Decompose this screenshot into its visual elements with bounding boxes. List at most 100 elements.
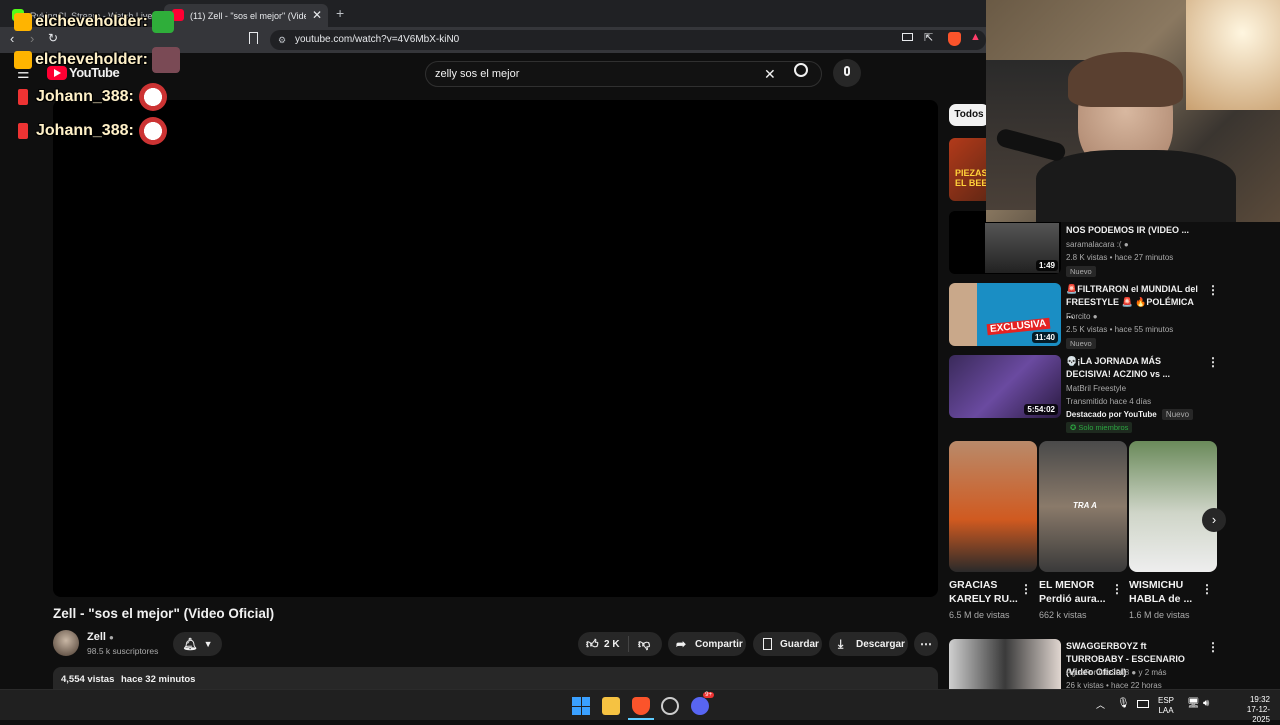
short-thumbnail[interactable] — [949, 441, 1037, 572]
upload-time: hace 32 minutos — [121, 674, 196, 685]
members-label: Solo miembros — [1078, 423, 1129, 432]
share-button[interactable]: ➦ Compartir — [668, 632, 746, 656]
short-title[interactable]: GRACIAS KARELY RU... — [949, 578, 1024, 606]
channel-name-row[interactable]: Zell ● — [87, 631, 114, 643]
more-options-icon[interactable]: ⋮ — [1020, 582, 1032, 596]
more-options-icon[interactable]: ⋮ — [1111, 582, 1123, 596]
obs-icon[interactable] — [661, 697, 679, 715]
brave-rewards-icon[interactable]: ▲ — [970, 31, 981, 43]
shorts-next-icon[interactable]: › — [1202, 508, 1226, 532]
clock[interactable]: 19:32 17-12-2025 — [1230, 695, 1270, 725]
microphone-icon — [844, 66, 850, 76]
webcam-overlay — [986, 0, 1280, 222]
bell-icon: 🔔︎ — [182, 637, 198, 651]
short-thumbnail[interactable]: TRA A — [1039, 441, 1127, 572]
members-only-badge: ✪ Solo miembros — [1066, 422, 1133, 433]
cast-icon[interactable] — [902, 33, 913, 41]
rec-channel[interactable]: MatBril Freestyle — [1066, 384, 1126, 393]
featured-row: Destacado por YouTube Nuevo — [1066, 409, 1194, 420]
kick-badge-icon — [14, 51, 32, 69]
windows-start-icon[interactable] — [572, 697, 590, 715]
rec-thumbnail[interactable]: 5:54:02 — [949, 355, 1061, 418]
rec-title[interactable]: NOS PODEMOS IR (VIDEO ... — [1066, 224, 1202, 237]
chat-message: Johann_388: — [14, 83, 167, 111]
emote-icon — [138, 83, 167, 111]
subscriber-count: 98.5 k suscriptores — [87, 646, 159, 656]
language-code: ESP — [1158, 696, 1175, 705]
kick-badge-icon — [14, 13, 32, 31]
cup-badge-icon — [18, 89, 28, 105]
new-badge: Nuevo — [1066, 266, 1096, 277]
rec-channel-row[interactable]: AgusFortnite2008 ● y 2 más — [1066, 668, 1166, 677]
channel-avatar[interactable] — [53, 630, 79, 656]
video-player[interactable] — [53, 100, 938, 597]
verified-icon: ● — [1131, 668, 1137, 677]
site-info-icon[interactable]: ⚙ — [278, 30, 286, 50]
rec-title[interactable]: 💀¡LA JORNADA MÁS DECISIVA! ACZINO vs ... — [1066, 355, 1202, 381]
filter-chip-todos[interactable]: Todos — [949, 104, 989, 126]
share-icon: ➦ — [676, 637, 687, 651]
channel-name: Zell — [87, 631, 106, 643]
save-button[interactable]: Guardar — [753, 632, 822, 656]
short-title[interactable]: EL MENOR Perdió aura... — [1039, 578, 1114, 606]
more-actions-icon[interactable]: ⋯ — [914, 632, 938, 656]
download-icon: ⤓ — [838, 636, 844, 651]
brave-shield-icon[interactable] — [948, 32, 961, 46]
rec-meta: 2.5 K vistas • hace 55 minutos — [1066, 325, 1174, 334]
short-title[interactable]: WISMICHU HABLA de ... — [1129, 578, 1204, 606]
volume-icon[interactable]: 🔊︎ — [1203, 699, 1209, 709]
like-icon[interactable]: 👍︎ — [586, 637, 599, 652]
chat-message: Johann_388: — [14, 117, 167, 145]
rec-channel-row[interactable]: Forcito ● — [1066, 312, 1098, 321]
rec-thumbnail[interactable] — [949, 639, 1061, 689]
video-title: Zell - "sos el mejor" (Video Oficial) — [53, 606, 275, 621]
search-icon[interactable] — [794, 63, 808, 77]
discord-icon[interactable]: 9+ — [691, 692, 714, 715]
chat-message: elcheveholder: — [14, 47, 180, 73]
network-icon[interactable]: 🖥︎ — [1187, 699, 1200, 709]
download-button[interactable]: ⤓ Descargar — [829, 632, 908, 656]
duration-badge: 5:54:02 — [1024, 404, 1058, 415]
verified-icon: ● — [109, 633, 114, 642]
chat-username: Johann_388: — [36, 88, 134, 105]
search-input[interactable]: zelly sos el mejor ✕ — [425, 61, 822, 87]
bookmark-icon[interactable] — [249, 32, 258, 44]
short-views: 1.6 M de vistas — [1129, 610, 1190, 620]
thumb-text: TRA A — [1073, 501, 1097, 510]
rec-thumbnail[interactable]: EXCLUSIVA 11:40 — [949, 283, 1061, 346]
notifications-button[interactable]: 🔔︎ ▼ — [173, 632, 222, 656]
view-count: 4,554 vistas — [61, 674, 115, 685]
reload-icon[interactable]: ↻ — [48, 31, 58, 45]
forward-icon[interactable]: › — [30, 31, 34, 46]
tab-youtube-video[interactable]: (11) Zell - "sos el mejor" (Video Oficia… — [164, 4, 328, 27]
voice-search-button[interactable] — [833, 59, 861, 87]
description-box[interactable]: 4,554 vistas hace 32 minutos — [53, 667, 938, 689]
clear-search-icon[interactable]: ✕ — [764, 62, 776, 86]
new-badge: Nuevo — [1161, 409, 1194, 420]
more-options-icon[interactable]: ⋮ — [1201, 582, 1213, 596]
tray-expand-icon[interactable]: ︿ — [1096, 700, 1105, 710]
share-page-icon[interactable]: ⇱ — [924, 31, 933, 44]
dislike-icon[interactable]: 👎︎ — [638, 637, 650, 652]
emote-icon — [151, 11, 174, 33]
verified-icon: ● — [1123, 240, 1129, 249]
rec-meta: 2.8 K vistas • hace 27 minutos — [1066, 253, 1174, 262]
new-tab-icon[interactable]: + — [336, 5, 344, 21]
language-indicator[interactable]: ESP LAA — [1158, 696, 1174, 716]
more-options-icon[interactable]: ⋮ — [1207, 640, 1219, 654]
close-tab-icon[interactable]: ✕ — [312, 8, 322, 22]
more-options-icon[interactable]: ⋮ — [1207, 355, 1219, 369]
clock-date: 17-12-2025 — [1246, 705, 1270, 724]
file-explorer-icon[interactable] — [602, 697, 620, 715]
rec-channel: Forcito — [1066, 312, 1091, 321]
like-count[interactable]: 2 K — [604, 639, 620, 650]
more-options-icon[interactable]: ⋮ — [1207, 283, 1219, 297]
url-bar[interactable]: ⚙ youtube.com/watch?v=4V6MbX-kiN0 — [270, 30, 986, 50]
back-icon[interactable]: ‹ — [10, 31, 14, 46]
keyboard-icon[interactable] — [1137, 700, 1149, 708]
like-dislike-group: 👍︎ 2 K 👎︎ — [578, 632, 662, 656]
rec-channel-row[interactable]: saramalacara :( ● — [1066, 240, 1129, 249]
short-thumbnail[interactable] — [1129, 441, 1217, 572]
microphone-tray-icon[interactable]: 🎙︎ — [1117, 699, 1130, 709]
brave-browser-icon[interactable] — [632, 697, 650, 715]
